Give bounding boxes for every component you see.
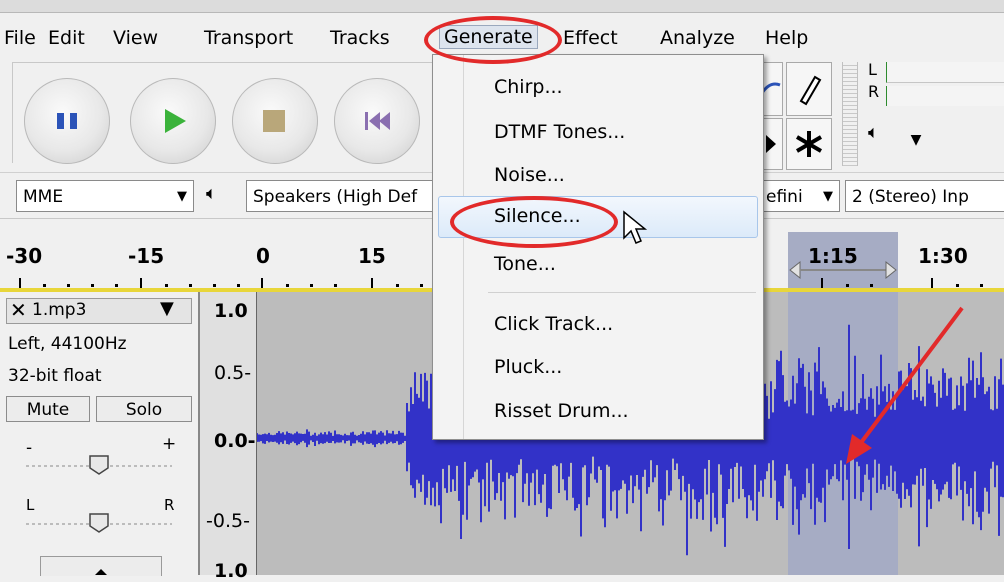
menu-item-pluck[interactable]: Pluck... [494, 356, 562, 378]
solo-button[interactable]: Solo [96, 396, 192, 422]
generate-menu [432, 54, 764, 440]
meter-right-bar[interactable] [886, 86, 1004, 106]
ruler-label: 15 [358, 244, 386, 268]
menu-analyze[interactable]: Analyze [660, 27, 735, 49]
playback-volume-icon: 🔈︎ [868, 122, 879, 143]
ruler-label: 0 [256, 244, 270, 268]
annotation-ellipse-generate [424, 16, 562, 64]
track-info-format: 32-bit float [8, 366, 102, 386]
input-device-value: efini [766, 187, 803, 207]
vruler-label: 0.0- [214, 430, 256, 452]
chevron-up-icon [95, 569, 107, 575]
audio-host-select[interactable]: MME ▼ [16, 180, 194, 212]
audio-host-value: MME [23, 187, 64, 207]
menu-tracks[interactable]: Tracks [330, 27, 390, 49]
asterisk-icon [795, 131, 823, 157]
close-icon[interactable]: ✕ [10, 298, 27, 322]
mute-button[interactable]: Mute [6, 396, 90, 422]
menu-help[interactable]: Help [765, 27, 808, 49]
gain-slider[interactable] [22, 450, 178, 476]
output-device-value: Speakers (High Def [253, 187, 418, 207]
skip-to-start-icon [365, 112, 390, 130]
pause-icon [57, 113, 77, 129]
input-channels-value: 2 (Stereo) Inp [852, 187, 969, 207]
menu-file[interactable]: File [4, 27, 36, 49]
annotation-ellipse-silence [450, 196, 618, 248]
menu-item-click-track[interactable]: Click Track... [494, 313, 613, 335]
ruler-label: 1:30 [918, 244, 968, 268]
annotation-arrow [846, 306, 964, 464]
menu-transport[interactable]: Transport [204, 27, 293, 49]
vruler-label: 1.0 [214, 300, 248, 322]
menu-edit[interactable]: Edit [48, 27, 85, 49]
track-menu-chevron-down-icon[interactable]: ▼ [160, 298, 174, 319]
chevron-down-icon: ▼ [823, 189, 833, 204]
stop-icon [263, 110, 285, 132]
envelope-tool-button[interactable] [760, 62, 783, 116]
menu-item-chirp[interactable]: Chirp... [494, 76, 563, 98]
menu-gutter [463, 55, 464, 439]
track-info-channel: Left, 44100Hz [8, 334, 127, 354]
arrow-right-icon [766, 135, 776, 153]
pan-slider[interactable] [22, 508, 178, 534]
meter-right-label: R [868, 82, 880, 101]
toolbar-grabber[interactable] [842, 62, 858, 166]
collapse-track-button[interactable] [40, 556, 162, 576]
pause-button[interactable] [24, 78, 110, 164]
ruler-label: 1:15 [808, 244, 858, 268]
speaker-icon: 🔈︎ [206, 183, 217, 204]
skip-to-start-button[interactable] [334, 78, 420, 164]
pencil-icon [799, 75, 822, 106]
vruler-label: -0.5- [206, 510, 250, 532]
ruler-label: -15 [128, 244, 165, 268]
chevron-down-icon[interactable]: ▼ [902, 126, 930, 154]
vruler-label: 0.5- [214, 362, 252, 384]
gain-slider-thumb [89, 455, 109, 475]
menu-item-risset-drum[interactable]: Risset Drum... [494, 400, 629, 422]
meter-left-bar[interactable] [886, 62, 1004, 83]
menu-effect[interactable]: Effect [563, 27, 618, 49]
track-name[interactable]: 1.mp3 [32, 300, 86, 320]
play-icon [165, 109, 186, 133]
menu-separator [488, 292, 756, 293]
ruler-label: -30 [6, 244, 43, 268]
vruler-label: 1.0 [214, 560, 248, 582]
envelope-icon [760, 82, 781, 94]
stop-button[interactable] [232, 78, 318, 164]
input-channels-select[interactable]: 2 (Stereo) Inp [845, 180, 1004, 212]
menu-item-dtmf-tones[interactable]: DTMF Tones... [494, 121, 625, 143]
play-button[interactable] [130, 78, 216, 164]
draw-tool-button[interactable] [786, 62, 832, 116]
meter-left-label: L [868, 60, 877, 79]
menu-view[interactable]: View [113, 27, 158, 49]
pan-slider-thumb [89, 513, 109, 533]
menu-item-tone[interactable]: Tone... [494, 253, 556, 275]
mouse-cursor-icon [623, 210, 648, 244]
menu-item-noise[interactable]: Noise... [494, 164, 565, 186]
input-device-select[interactable]: efini ▼ [760, 180, 840, 212]
window-top-edge [0, 0, 1004, 13]
multi-tool-button[interactable] [786, 118, 832, 170]
chevron-down-icon: ▼ [177, 189, 187, 204]
timeshift-tool-button[interactable] [762, 118, 783, 170]
